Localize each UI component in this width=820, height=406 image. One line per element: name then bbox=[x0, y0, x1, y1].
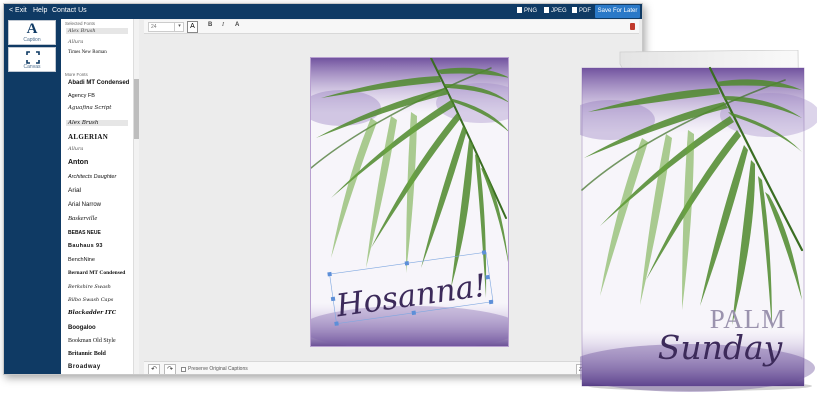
font-item-bookman[interactable]: Bookman Old Style bbox=[68, 338, 116, 344]
font-item-blackadder[interactable]: Blackadder ITC bbox=[68, 310, 116, 316]
canvas-tool-button[interactable]: Canvas bbox=[8, 47, 56, 72]
canvas-icon bbox=[26, 51, 40, 64]
text-color-button[interactable]: A bbox=[187, 21, 198, 33]
canvas-tool-label: Canvas bbox=[23, 64, 41, 70]
font-item-architects-daughter[interactable]: Architects Daughter bbox=[68, 174, 116, 180]
selected-fonts-header: Selected Fonts bbox=[65, 21, 96, 26]
card-artwork: Hosanna! bbox=[311, 58, 508, 346]
text-style-button[interactable]: A bbox=[235, 22, 239, 28]
font-item-alex-brush-selected[interactable]: Alex Brush bbox=[66, 28, 128, 34]
png-icon bbox=[517, 7, 522, 13]
font-item-agency[interactable]: Agency FB bbox=[68, 93, 95, 99]
font-item-abadi[interactable]: Abadi MT Condensed bbox=[68, 80, 129, 86]
export-pdf-button[interactable]: PDF bbox=[572, 7, 591, 14]
trash-icon[interactable] bbox=[630, 23, 635, 30]
redo-icon[interactable]: ↷ bbox=[164, 364, 176, 374]
font-item-arial[interactable]: Arial bbox=[68, 187, 81, 194]
font-item-broadway[interactable]: Broadway bbox=[68, 364, 101, 370]
font-item-britannic[interactable]: Britannic Bold bbox=[68, 351, 106, 357]
top-navigation-bar: < Exit Help Contact Us PNG JPEG PDF Save… bbox=[4, 4, 642, 19]
font-item-berkshire[interactable]: Berkshire Swash bbox=[68, 284, 111, 290]
card-preview-standing: PALM Sunday bbox=[565, 49, 820, 393]
editor-window: < Exit Help Contact Us PNG JPEG PDF Save… bbox=[3, 3, 643, 375]
caption-tool-label: Caption bbox=[23, 37, 41, 43]
font-item-bebas-neue[interactable]: BEBAS NEUE bbox=[68, 230, 101, 236]
font-item-boogaloo[interactable]: Boogaloo bbox=[68, 325, 96, 331]
bold-button[interactable]: B bbox=[208, 22, 212, 28]
font-item-arial-narrow[interactable]: Arial Narrow bbox=[68, 202, 101, 208]
export-png-label: PNG bbox=[524, 8, 538, 14]
card-canvas[interactable]: Hosanna! bbox=[310, 57, 509, 347]
export-pdf-label: PDF bbox=[579, 8, 591, 14]
font-item-bernard[interactable]: Bernard MT Condensed bbox=[68, 270, 125, 276]
card-preview-artwork: PALM Sunday bbox=[565, 49, 820, 392]
more-fonts-header: More Fonts bbox=[65, 72, 88, 77]
preserve-captions-label: Preserve Original Captions bbox=[188, 366, 248, 372]
font-item-bilbo[interactable]: Bilbo Swash Caps bbox=[68, 297, 113, 303]
font-item-benchnine[interactable]: BenchNine bbox=[68, 257, 95, 263]
font-list-panel: Selected Fonts Alex Brush Allura Times N… bbox=[61, 19, 134, 374]
sunday-title: Sunday bbox=[658, 328, 783, 367]
screenshot-stage: < Exit Help Contact Us PNG JPEG PDF Save… bbox=[0, 0, 820, 406]
help-link[interactable]: Help bbox=[33, 7, 47, 14]
tool-sidebar: A Caption Canvas bbox=[4, 19, 61, 374]
export-jpeg-label: JPEG bbox=[551, 8, 567, 14]
export-png-button[interactable]: PNG bbox=[517, 7, 537, 14]
save-for-later-button[interactable]: Save For Later bbox=[595, 5, 640, 18]
contact-link[interactable]: Contact Us bbox=[52, 7, 87, 14]
undo-icon[interactable]: ↶ bbox=[148, 364, 160, 374]
caption-tool-icon: A bbox=[26, 21, 38, 37]
font-item-baskerville[interactable]: Baskerville bbox=[68, 215, 97, 222]
font-item-alex-brush[interactable]: Alex Brush bbox=[66, 120, 128, 126]
caption-tool-button[interactable]: A Caption bbox=[8, 20, 56, 45]
italic-button[interactable]: I bbox=[222, 22, 224, 28]
font-item-allura[interactable]: Allura bbox=[68, 146, 83, 152]
font-item-aguafina[interactable]: Aguafina Script bbox=[68, 105, 112, 111]
pdf-icon bbox=[572, 7, 577, 13]
font-item-algerian[interactable]: ALGERIAN bbox=[68, 133, 108, 141]
canvas-bottom-bar: ↶ ↷ Preserve Original Captions Zoo bbox=[144, 361, 639, 374]
font-item-bauhaus[interactable]: Bauhaus 93 bbox=[68, 243, 103, 249]
jpeg-icon bbox=[544, 7, 549, 13]
scrollbar-thumb[interactable] bbox=[134, 79, 139, 139]
font-list-scrollbar[interactable] bbox=[133, 19, 139, 374]
font-item-allura-selected[interactable]: Allura bbox=[68, 39, 83, 45]
chevron-down-icon[interactable]: ▾ bbox=[174, 22, 184, 32]
text-format-toolbar: 24 ▾ A B I A bbox=[144, 20, 639, 34]
font-item-anton[interactable]: Anton bbox=[68, 159, 88, 166]
exit-link[interactable]: < Exit bbox=[9, 7, 27, 14]
preserve-captions-checkbox[interactable] bbox=[181, 367, 186, 372]
font-item-times-new-roman[interactable]: Times New Roman bbox=[68, 50, 107, 55]
export-jpeg-button[interactable]: JPEG bbox=[544, 7, 567, 14]
